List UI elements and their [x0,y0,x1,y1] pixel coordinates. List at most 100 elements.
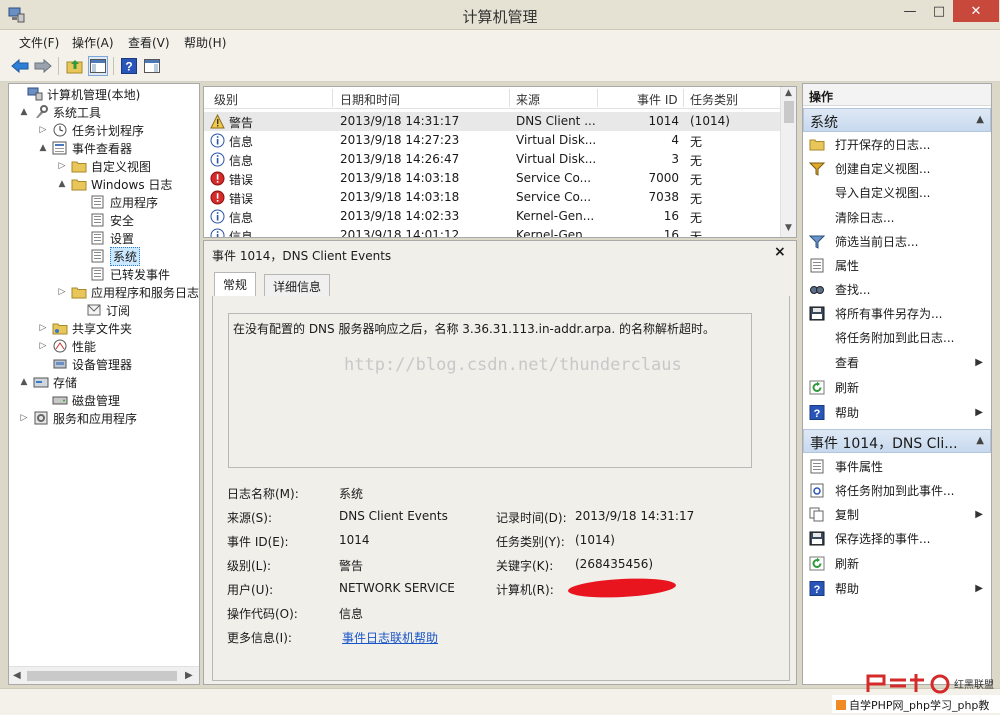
action-filter-current-log[interactable]: 筛选当前日志... [803,230,991,252]
actions-section-event[interactable]: 事件 1014，DNS Cli... ▲ [803,429,991,453]
tree-node-shared-folders[interactable]: ▷ 共享文件夹 [37,319,132,337]
tab-general[interactable]: 常规 [214,272,257,296]
event-row[interactable]: 信息 2013/9/18 14:26:47 Virtual Disk... 3 … [204,150,780,169]
maximize-button[interactable]: □ [925,0,953,22]
scroll-thumb[interactable] [784,101,794,123]
help-button[interactable]: ? [119,56,139,76]
back-button[interactable] [10,56,30,76]
tree-horizontal-scrollbar[interactable]: ◀ ▶ [9,666,199,684]
event-level: 信息 [229,211,254,225]
action-open-saved-log[interactable]: 打开保存的日志... [803,133,991,155]
tree-node-app-service-logs[interactable]: ▷ 应用程序和服务日志 [56,283,199,301]
event-id: 3 [671,152,679,166]
menu-help[interactable]: 帮助(H) [184,34,226,51]
tree-node-system-tools[interactable]: ▲ 系统工具 [18,103,101,121]
show-hide-tree-button[interactable] [88,56,108,76]
tree-node-system[interactable]: 系统 [75,246,141,266]
actions-section-system[interactable]: 系统 ▲ [803,108,991,132]
tree-label: 任务计划程序 [72,123,145,138]
action-label: 将任务附加到此日志... [835,330,955,345]
event-list-scrollbar[interactable]: ▲ ▼ [780,87,796,237]
action-label: 帮助 [835,581,860,596]
tree-label: 安全 [110,213,135,228]
action-refresh[interactable]: 刷新 [803,376,991,398]
tree-node-task-scheduler[interactable]: ▷ 任务计划程序 [37,121,144,139]
tree-node-windows-logs[interactable]: ▲ Windows 日志 [56,175,173,193]
event-id: 16 [663,228,679,238]
event-row[interactable]: 错误 2013/9/18 14:03:18 Service Co... 7038… [204,188,780,207]
up-level-button[interactable] [65,56,85,76]
forward-button[interactable] [33,56,53,76]
action-label: 帮助 [835,405,860,420]
tree-node-application[interactable]: 应用程序 [75,193,158,211]
tree-node-subscriptions[interactable]: 订阅 [71,301,130,319]
tree-node-setup[interactable]: 设置 [75,229,134,247]
event-description[interactable]: 在没有配置的 DNS 服务器响应之后，名称 3.36.31.113.in-add… [228,313,752,468]
col-task-category[interactable]: 任务类别 [690,91,738,108]
event-row[interactable]: 信息 2013/9/18 14:01:12 Kernel-Gen... 16 无 [204,226,780,238]
col-datetime[interactable]: 日期和时间 [340,91,400,108]
col-level[interactable]: 级别 [214,91,238,108]
minimize-button[interactable]: — [896,0,924,22]
log-name-label: 日志名称(M): [227,487,299,501]
show-action-pane-button[interactable] [142,56,162,76]
tree-node-performance[interactable]: ▷ 性能 [37,337,96,355]
close-window-button[interactable]: ✕ [953,0,999,22]
save-icon [809,306,825,320]
event-row[interactable]: 警告 2013/9/18 14:31:17 DNS Client ... 101… [204,112,780,131]
action-properties[interactable]: 属性 [803,254,991,276]
action-import-custom-view[interactable]: 导入自定义视图... [803,181,991,203]
filter-icon [809,162,825,176]
event-source: Virtual Disk... [516,133,597,147]
collapse-icon[interactable]: ▲ [976,435,984,446]
level-label: 级别(L): [227,559,272,573]
action-refresh-event[interactable]: 刷新 [803,552,991,574]
more-info-link[interactable]: 事件日志联机帮助 [342,629,438,646]
action-save-all-events[interactable]: 将所有事件另存为... [803,302,991,324]
tree-label: 应用程序 [110,195,159,210]
action-help[interactable]: ? 帮助 ▶ [803,401,991,423]
action-save-selected-events[interactable]: 保存选择的事件... [803,527,991,549]
source-label: 来源(S): [227,511,273,525]
tree-node-device-manager[interactable]: 设备管理器 [37,355,132,373]
collapse-icon[interactable]: ▲ [976,114,984,125]
window-title: 计算机管理 [462,8,538,26]
action-attach-task-to-log[interactable]: 将任务附加到此日志... [803,326,991,348]
action-event-properties[interactable]: 事件属性 [803,455,991,477]
tree-node-disk-management[interactable]: 磁盘管理 [37,391,120,409]
event-row[interactable]: 错误 2013/9/18 14:03:18 Service Co... 7000… [204,169,780,188]
tree-node-security[interactable]: 安全 [75,211,134,229]
tree-node-storage[interactable]: ▲ 存储 [18,373,77,391]
refresh-icon [809,380,825,394]
col-event-id[interactable]: 事件 ID [637,91,678,108]
action-find[interactable]: 查找... [803,278,991,300]
menu-view[interactable]: 查看(V) [128,34,170,51]
action-help-event[interactable]: ? 帮助 ▶ [803,577,991,599]
tree-node-custom-views[interactable]: ▷ 自定义视图 [56,157,151,175]
action-create-custom-view[interactable]: 创建自定义视图... [803,157,991,179]
task-category-label: 任务类别(Y): [496,535,565,549]
scroll-right-icon[interactable]: ▶ [185,670,193,681]
action-view[interactable]: 查看 ▶ [803,351,991,373]
action-copy[interactable]: 复制 ▶ [803,503,991,525]
tree-node-computer-management[interactable]: 计算机管理(本地) [12,85,140,103]
tab-details[interactable]: 详细信息 [264,274,331,296]
action-label: 清除日志... [835,210,895,225]
scroll-thumb[interactable] [27,671,177,681]
scroll-left-icon[interactable]: ◀ [13,670,21,681]
event-row[interactable]: 信息 2013/9/18 14:02:33 Kernel-Gen... 16 无 [204,207,780,226]
scroll-down-icon[interactable]: ▼ [785,223,792,233]
event-datetime: 2013/9/18 14:02:33 [340,209,460,223]
col-source[interactable]: 来源 [516,91,540,108]
menu-file[interactable]: 文件(F) [19,34,59,51]
tree-node-event-viewer[interactable]: ▲ 事件查看器 [37,139,132,157]
close-detail-button[interactable]: × [774,244,786,260]
scroll-up-icon[interactable]: ▲ [785,88,792,98]
tree-node-services-apps[interactable]: ▷ 服务和应用程序 [18,409,137,427]
action-clear-log[interactable]: 清除日志... [803,206,991,228]
tree-label: Windows 日志 [91,177,173,192]
tree-node-forwarded-events[interactable]: 已转发事件 [75,265,170,283]
event-row[interactable]: 信息 2013/9/18 14:27:23 Virtual Disk... 4 … [204,131,780,150]
menu-action[interactable]: 操作(A) [72,34,114,51]
action-attach-task-to-event[interactable]: 将任务附加到此事件... [803,479,991,501]
